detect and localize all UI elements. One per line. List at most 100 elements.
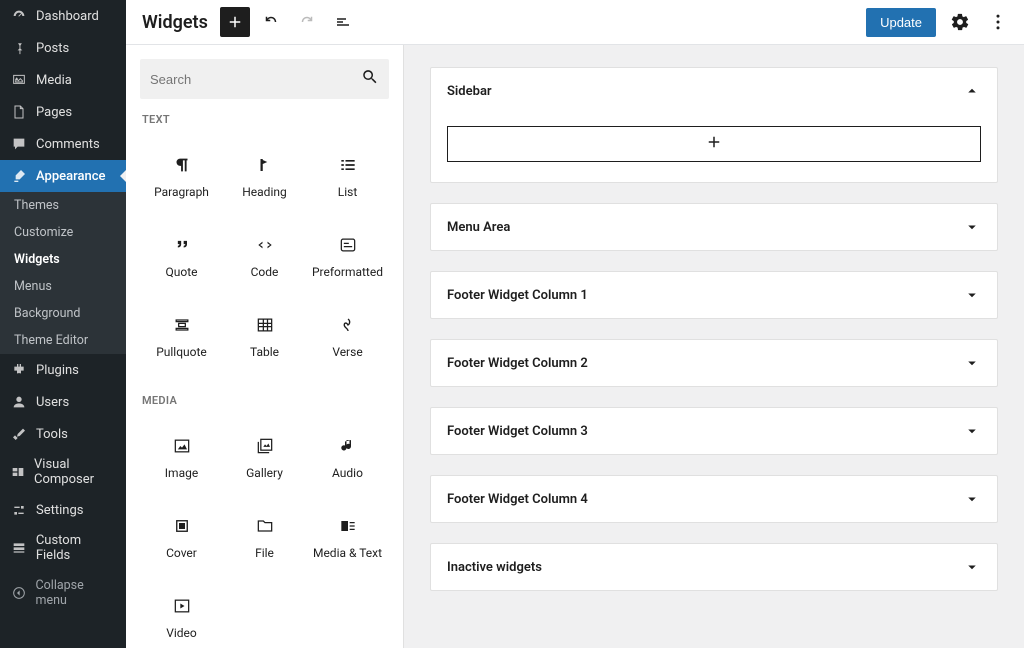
add-widget-button[interactable] bbox=[447, 126, 981, 162]
nav-item-label: Plugins bbox=[36, 363, 79, 378]
widget-area-name: Footer Widget Column 4 bbox=[447, 492, 588, 507]
widget-canvas: Sidebar Menu Area Footer Widget Column 1 Fo… bbox=[404, 45, 1024, 648]
mediatext-icon bbox=[336, 514, 360, 538]
widget-area: Inactive widgets bbox=[430, 543, 998, 591]
nav-item-tools[interactable]: Tools bbox=[0, 418, 126, 450]
block-video[interactable]: Video bbox=[140, 577, 223, 648]
block-media-text[interactable]: Media & Text bbox=[306, 497, 389, 577]
widget-area-header[interactable]: Inactive widgets bbox=[431, 544, 997, 590]
block-label: Paragraph bbox=[154, 185, 209, 199]
file-icon bbox=[253, 514, 277, 538]
widget-area-header[interactable]: Footer Widget Column 1 bbox=[431, 272, 997, 318]
block-label: Cover bbox=[166, 546, 197, 560]
block-code[interactable]: Code bbox=[223, 216, 306, 296]
pin-icon bbox=[10, 39, 28, 57]
block-quote[interactable]: Quote bbox=[140, 216, 223, 296]
vc-icon bbox=[10, 463, 26, 481]
nav-subitem-theme-editor[interactable]: Theme Editor bbox=[0, 327, 126, 354]
verse-icon bbox=[336, 313, 360, 337]
nav-subitem-themes[interactable]: Themes bbox=[0, 192, 126, 219]
nav-item-posts[interactable]: Posts bbox=[0, 32, 126, 64]
block-label: Quote bbox=[165, 265, 197, 279]
widget-area: Footer Widget Column 2 bbox=[430, 339, 998, 387]
widget-area-header[interactable]: Footer Widget Column 2 bbox=[431, 340, 997, 386]
block-label: Pullquote bbox=[156, 345, 207, 359]
block-audio[interactable]: Audio bbox=[306, 417, 389, 497]
nav-item-dashboard[interactable]: Dashboard bbox=[0, 0, 126, 32]
preformatted-icon bbox=[336, 233, 360, 257]
collapse-menu-button[interactable]: Collapse menu bbox=[0, 570, 126, 616]
redo-button[interactable] bbox=[292, 7, 322, 37]
tool-icon bbox=[10, 425, 28, 443]
block-pullquote[interactable]: Pullquote bbox=[140, 296, 223, 376]
block-label: Video bbox=[166, 626, 197, 640]
search-input[interactable] bbox=[150, 72, 361, 87]
search-input-wrapper[interactable] bbox=[140, 59, 389, 99]
plugin-icon bbox=[10, 361, 28, 379]
widget-area-name: Sidebar bbox=[447, 84, 492, 99]
widget-area-header[interactable]: Menu Area bbox=[431, 204, 997, 250]
nav-subitem-widgets[interactable]: Widgets bbox=[0, 246, 126, 273]
nav-item-users[interactable]: Users bbox=[0, 386, 126, 418]
block-label: List bbox=[338, 185, 358, 199]
settings-icon bbox=[10, 501, 28, 519]
nav-item-plugins[interactable]: Plugins bbox=[0, 354, 126, 386]
collapse-icon bbox=[10, 584, 28, 602]
nav-subitem-menus[interactable]: Menus bbox=[0, 273, 126, 300]
nav-subitem-customize[interactable]: Customize bbox=[0, 219, 126, 246]
chevron-down-icon bbox=[963, 422, 981, 440]
nav-item-media[interactable]: Media bbox=[0, 64, 126, 96]
widget-area-header[interactable]: Footer Widget Column 3 bbox=[431, 408, 997, 454]
dashboard-icon bbox=[10, 7, 28, 25]
nav-item-appearance[interactable]: Appearance bbox=[0, 160, 126, 192]
block-file[interactable]: File bbox=[223, 497, 306, 577]
block-verse[interactable]: Verse bbox=[306, 296, 389, 376]
widget-area-name: Footer Widget Column 2 bbox=[447, 356, 588, 371]
code-icon bbox=[253, 233, 277, 257]
nav-subitem-background[interactable]: Background bbox=[0, 300, 126, 327]
nav-item-label: Users bbox=[36, 395, 69, 410]
list-view-button[interactable] bbox=[328, 7, 358, 37]
nav-item-custom-fields[interactable]: Custom Fields bbox=[0, 526, 126, 570]
page-icon bbox=[10, 103, 28, 121]
undo-button[interactable] bbox=[256, 7, 286, 37]
gallery-icon bbox=[253, 434, 277, 458]
block-cover[interactable]: Cover bbox=[140, 497, 223, 577]
widget-area: Sidebar bbox=[430, 67, 998, 183]
nav-item-label: Dashboard bbox=[36, 9, 99, 24]
block-preformatted[interactable]: Preformatted bbox=[306, 216, 389, 296]
paragraph-icon bbox=[170, 153, 194, 177]
block-table[interactable]: Table bbox=[223, 296, 306, 376]
block-list[interactable]: List bbox=[306, 136, 389, 216]
widget-area: Footer Widget Column 4 bbox=[430, 475, 998, 523]
table-icon bbox=[253, 313, 277, 337]
block-paragraph[interactable]: Paragraph bbox=[140, 136, 223, 216]
add-block-button[interactable] bbox=[220, 7, 250, 37]
nav-item-visual-composer[interactable]: Visual Composer bbox=[0, 450, 126, 494]
nav-item-label: Posts bbox=[36, 41, 69, 56]
widget-area: Menu Area bbox=[430, 203, 998, 251]
block-label: Gallery bbox=[246, 466, 283, 480]
block-grid: Paragraph Heading List Quote CodePreformatte… bbox=[140, 136, 389, 376]
widget-area-body bbox=[431, 126, 997, 182]
fields-icon bbox=[10, 539, 28, 557]
chevron-down-icon bbox=[963, 354, 981, 372]
block-heading[interactable]: Heading bbox=[223, 136, 306, 216]
chevron-up-icon bbox=[963, 82, 981, 100]
search-icon bbox=[361, 68, 379, 90]
nav-item-label: Tools bbox=[36, 427, 68, 442]
nav-item-pages[interactable]: Pages bbox=[0, 96, 126, 128]
chevron-down-icon bbox=[963, 218, 981, 236]
nav-item-settings[interactable]: Settings bbox=[0, 494, 126, 526]
widget-area-header[interactable]: Footer Widget Column 4 bbox=[431, 476, 997, 522]
chevron-down-icon bbox=[963, 286, 981, 304]
nav-item-comments[interactable]: Comments bbox=[0, 128, 126, 160]
nav-item-label: Pages bbox=[36, 105, 72, 120]
block-label: Image bbox=[165, 466, 198, 480]
block-image[interactable]: Image bbox=[140, 417, 223, 497]
block-gallery[interactable]: Gallery bbox=[223, 417, 306, 497]
more-options-button[interactable] bbox=[984, 8, 1012, 36]
widget-area-header[interactable]: Sidebar bbox=[431, 68, 997, 114]
settings-button[interactable] bbox=[946, 8, 974, 36]
update-button[interactable]: Update bbox=[866, 8, 936, 37]
